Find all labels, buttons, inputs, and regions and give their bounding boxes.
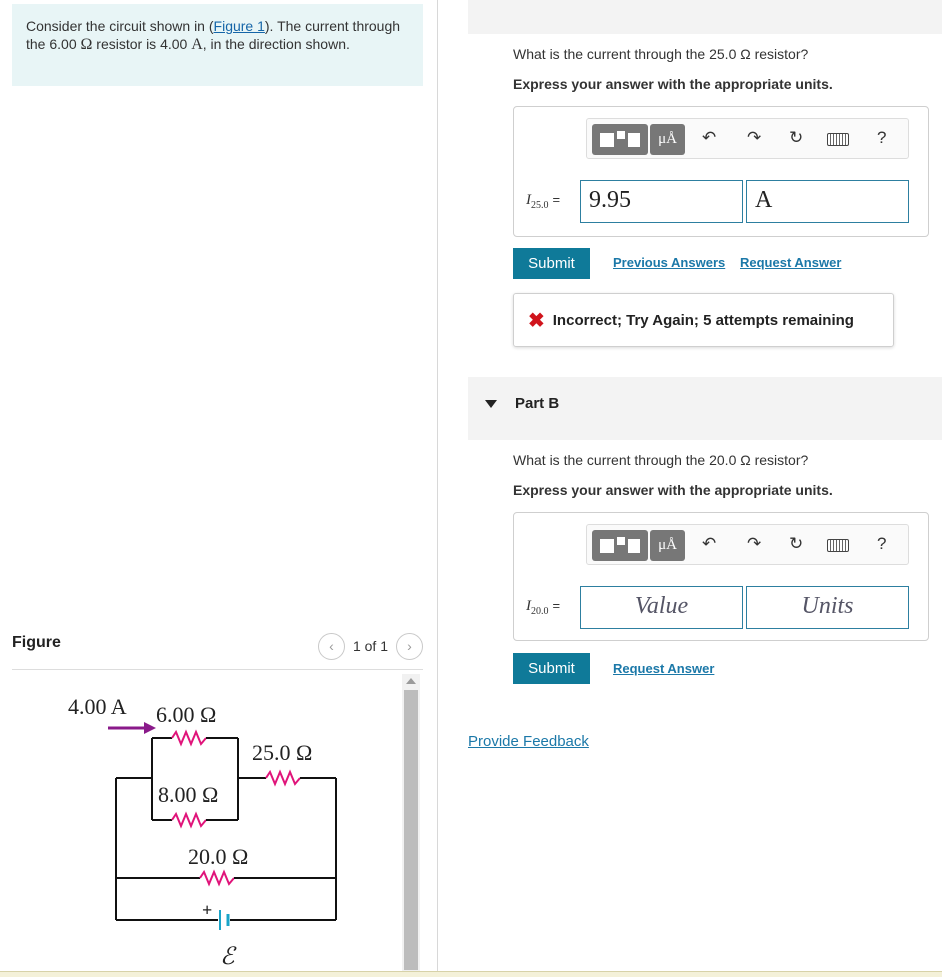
template-box-icon (600, 132, 614, 147)
scroll-up-icon[interactable] (406, 678, 416, 684)
incorrect-feedback: ✖ Incorrect; Try Again; 5 attempts remai… (513, 293, 894, 347)
undo-icon[interactable]: ↶ (702, 534, 716, 554)
r8-label: 8.00 Ω (158, 782, 218, 807)
part-b-header[interactable]: Part B (468, 377, 942, 440)
feedback-text: Incorrect; Try Again; 5 attempts remaini… (552, 311, 854, 329)
equals-sign: = (552, 598, 561, 613)
part-b-units-input[interactable]: Units (746, 586, 909, 629)
part-a-question: What is the current through the 25.0 Ω r… (513, 46, 809, 62)
redo-icon[interactable]: ↷ (747, 534, 761, 554)
keyboard-icon[interactable] (827, 539, 849, 552)
keyboard-icon[interactable] (827, 133, 849, 146)
chevron-right-icon[interactable]: › (396, 632, 423, 660)
equals-sign: = (552, 192, 561, 207)
template-superscript-icon (617, 130, 625, 139)
help-button[interactable]: ? (877, 534, 886, 554)
part-b-value-input[interactable]: Value (580, 586, 743, 629)
pager-count: 1 of 1 (352, 638, 388, 654)
previous-answers-link[interactable]: Previous Answers (613, 255, 725, 270)
figure-link[interactable]: Figure 1 (214, 18, 265, 34)
part-a-submit-button[interactable]: Submit (513, 248, 590, 279)
page: Consider the circuit shown in (Figure 1)… (0, 0, 942, 977)
intro-text: Consider the circuit shown in ( (26, 18, 214, 34)
left-panel: Consider the circuit shown in (Figure 1)… (0, 0, 438, 972)
part-b-variable: I20.0 = (526, 598, 560, 617)
template-box-icon (628, 538, 640, 553)
collapse-triangle-icon[interactable] (485, 400, 497, 408)
var-sub: 25.0 (531, 200, 549, 211)
units-button[interactable]: μÅ (650, 124, 685, 155)
template-box-icon (628, 132, 640, 147)
part-a-units-input[interactable]: A (746, 180, 909, 223)
part-b-submit-button[interactable]: Submit (513, 653, 590, 684)
undo-icon[interactable]: ↶ (702, 128, 716, 148)
x-icon: ✖ (528, 309, 545, 332)
units-button[interactable]: μÅ (650, 530, 685, 561)
template-superscript-icon (617, 536, 625, 545)
resistor-25 (265, 769, 301, 787)
templates-button[interactable] (592, 124, 648, 155)
part-a-request-answer-link[interactable]: Request Answer (740, 255, 841, 270)
part-a-value-input[interactable]: 9.95 (580, 180, 743, 223)
current-arrow-head (144, 722, 156, 734)
figure-label: Figure (12, 634, 61, 651)
figure-pager: ‹ 1 of 1 › (317, 632, 423, 660)
help-button[interactable]: ? (877, 128, 886, 148)
part-b-question: What is the current through the 20.0 Ω r… (513, 452, 809, 468)
var-sub: 20.0 (531, 606, 549, 617)
math-toolbar: μÅ ↶ ↷ ↻ ? (586, 524, 909, 565)
r20-label: 20.0 Ω (188, 844, 248, 869)
template-box-icon (600, 538, 614, 553)
figure-header: Figure ‹ 1 of 1 › (12, 632, 423, 670)
part-b-title: Part B (515, 395, 560, 412)
part-b-units-prompt: Express your answer with the appropriate… (513, 482, 833, 498)
part-b-request-answer-link[interactable]: Request Answer (613, 661, 714, 676)
part-a-variable: I25.0 = (526, 192, 560, 211)
chevron-left-icon[interactable]: ‹ (317, 632, 345, 660)
resistor-20 (199, 869, 235, 887)
part-a-answer-box: μÅ ↶ ↷ ↻ ? I25.0 = 9.95 A (513, 106, 929, 237)
bottom-bar (0, 971, 942, 977)
part-b-answer-box: μÅ ↶ ↷ ↻ ? I20.0 = Value Units (513, 512, 929, 641)
current-label: 4.00 A (68, 694, 127, 719)
math-toolbar: μÅ ↶ ↷ ↻ ? (586, 118, 909, 159)
resistor-6 (171, 729, 207, 747)
battery-plus: + (202, 900, 212, 920)
amp-symbol: A (191, 36, 203, 53)
reset-icon[interactable]: ↻ (789, 128, 803, 148)
ohm-symbol: Ω (80, 36, 93, 53)
reset-icon[interactable]: ↻ (789, 534, 803, 554)
r6-label: 6.00 Ω (156, 702, 216, 727)
part-a-header (468, 0, 942, 34)
redo-icon[interactable]: ↷ (747, 128, 761, 148)
figure-scrollbar[interactable] (402, 674, 420, 972)
r25-label: 25.0 Ω (252, 740, 312, 765)
scroll-thumb[interactable] (404, 690, 418, 970)
emf-label: ℰ (220, 944, 237, 970)
provide-feedback-link[interactable]: Provide Feedback (468, 733, 589, 750)
resistor-8 (171, 811, 207, 829)
intro-text: , in the direction shown. (202, 36, 350, 52)
intro-text: resistor is 4.00 (92, 36, 192, 52)
circuit-diagram: 4.00 A 6.00 Ω 8.00 Ω 25.0 Ω 20.0 Ω + ℰ (68, 694, 337, 970)
part-a-units-prompt: Express your answer with the appropriate… (513, 76, 833, 92)
problem-intro: Consider the circuit shown in (Figure 1)… (12, 4, 423, 86)
templates-button[interactable] (592, 530, 648, 561)
